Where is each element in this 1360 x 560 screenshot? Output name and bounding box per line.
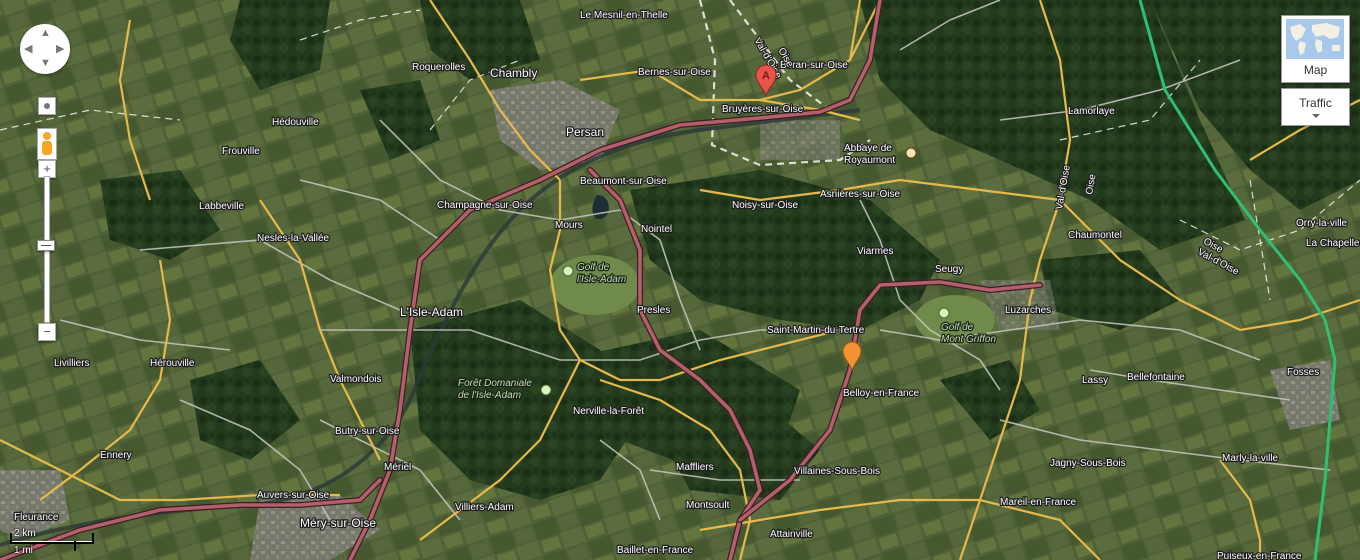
traffic-button[interactable]: Traffic [1281, 88, 1350, 126]
place-label: Nerville-la-Forêt [573, 406, 644, 417]
place-label: Abbaye de Royaumont [844, 143, 895, 166]
zoom-reset-button[interactable] [38, 97, 56, 115]
place-label: Persan [566, 125, 604, 139]
place-label: L'Isle-Adam [400, 305, 463, 319]
place-label: Champagne-sur-Oise [437, 200, 533, 211]
scale-tick [74, 541, 76, 551]
pan-down-arrow[interactable]: ▼ [40, 57, 51, 69]
place-label: Le Mesnil-en-Thelle [580, 10, 668, 21]
place-label: Baillet-en-France [617, 545, 694, 556]
place-label: Valmondois [330, 374, 382, 385]
scale-mi-label: 1 mi [14, 545, 33, 556]
pan-up-arrow[interactable]: ▲ [40, 27, 51, 39]
place-label: Asnières-sur-Oise [820, 189, 900, 200]
abbey-icon [905, 147, 917, 159]
place-label: Ennery [100, 450, 132, 461]
place-label: Jagny-Sous-Bois [1050, 458, 1126, 469]
place-label: Noisy-sur-Oise [732, 200, 799, 211]
place-label: Hérouville [150, 358, 195, 369]
place-label: Seugy [935, 264, 963, 275]
place-label: Puiseux-en-France [1217, 551, 1302, 560]
svg-text:A: A [762, 70, 770, 82]
place-label: Bellefontaine [1127, 372, 1185, 383]
scale-bar: 2 km 1 mi [6, 527, 96, 557]
golf-icon [562, 265, 574, 277]
place-label: Montsoult [686, 500, 730, 511]
place-label: Orry-la-ville [1296, 218, 1348, 229]
place-label: Nesles-la-Vallée [257, 233, 330, 244]
place-label: Butry-sur-Oise [335, 426, 400, 437]
scale-tick [92, 533, 94, 543]
map-type-label: Map [1303, 63, 1328, 77]
place-label: Attainville [770, 529, 813, 540]
place-label: Luzarches [1005, 305, 1051, 316]
place-label: Villaines-Sous-Bois [794, 466, 880, 477]
world-map-thumbnail-icon [1286, 19, 1344, 59]
place-label: Lassy [1082, 375, 1108, 386]
place-label: Beaumont-sur-Oise [580, 176, 667, 187]
place-label: Nointel [641, 224, 672, 235]
place-label: Mériel [384, 462, 411, 473]
pan-right-arrow[interactable]: ▶ [56, 42, 64, 55]
golf-icon [938, 307, 950, 319]
place-label: Lamorlaye [1068, 106, 1115, 117]
zoom-out-button[interactable]: − [38, 323, 56, 341]
forest-icon [540, 384, 552, 396]
place-label: Chambly [490, 66, 537, 80]
place-label: Bruyères-sur-Oise [722, 104, 804, 115]
place-label: Saint-Martin-du-Tertre [767, 325, 865, 336]
pan-control[interactable]: ▲ ◀ ▶ ▼ [20, 24, 70, 74]
pan-left-arrow[interactable]: ◀ [24, 42, 32, 55]
place-label: Chaumontel [1068, 230, 1122, 241]
place-label: Auvers-sur-Oise [257, 490, 330, 501]
traffic-label: Traffic [1299, 96, 1332, 110]
satellite-map[interactable]: Le Mesnil-en-Thelle Roquerolles Chambly … [0, 0, 1360, 560]
place-label: Belloy-en-France [843, 388, 920, 399]
place-label: Maffliers [676, 462, 714, 473]
zoom-slider-thumb[interactable] [37, 240, 55, 251]
place-label: Bernes-sur-Oise [638, 67, 711, 78]
place-label: Marly-la-ville [1222, 453, 1279, 464]
place-label: Hédouville [272, 117, 319, 128]
place-label: Mours [555, 220, 583, 231]
place-label: Frouville [222, 146, 260, 157]
scale-km-label: 2 km [14, 528, 36, 539]
place-label: Presles [637, 305, 670, 316]
chevron-down-icon [1312, 114, 1320, 118]
place-label: Méry-sur-Oise [300, 516, 376, 530]
scale-tick [10, 533, 12, 543]
place-label: Fleurance [14, 512, 59, 523]
place-label: Villiers-Adam [455, 502, 514, 513]
place-label: La Chapelle [1306, 238, 1360, 249]
place-label: Mareil-en-France [1000, 497, 1077, 508]
place-label: Roquerolles [412, 62, 465, 73]
place-label: Labbeville [199, 201, 244, 212]
map-type-button[interactable]: Map [1281, 15, 1350, 83]
street-view-pegman-icon[interactable] [37, 128, 57, 160]
place-label: Fosses [1287, 367, 1319, 378]
place-label: Livilliers [54, 358, 90, 369]
scale-line [10, 541, 94, 544]
place-label: Viarmes [857, 246, 894, 257]
